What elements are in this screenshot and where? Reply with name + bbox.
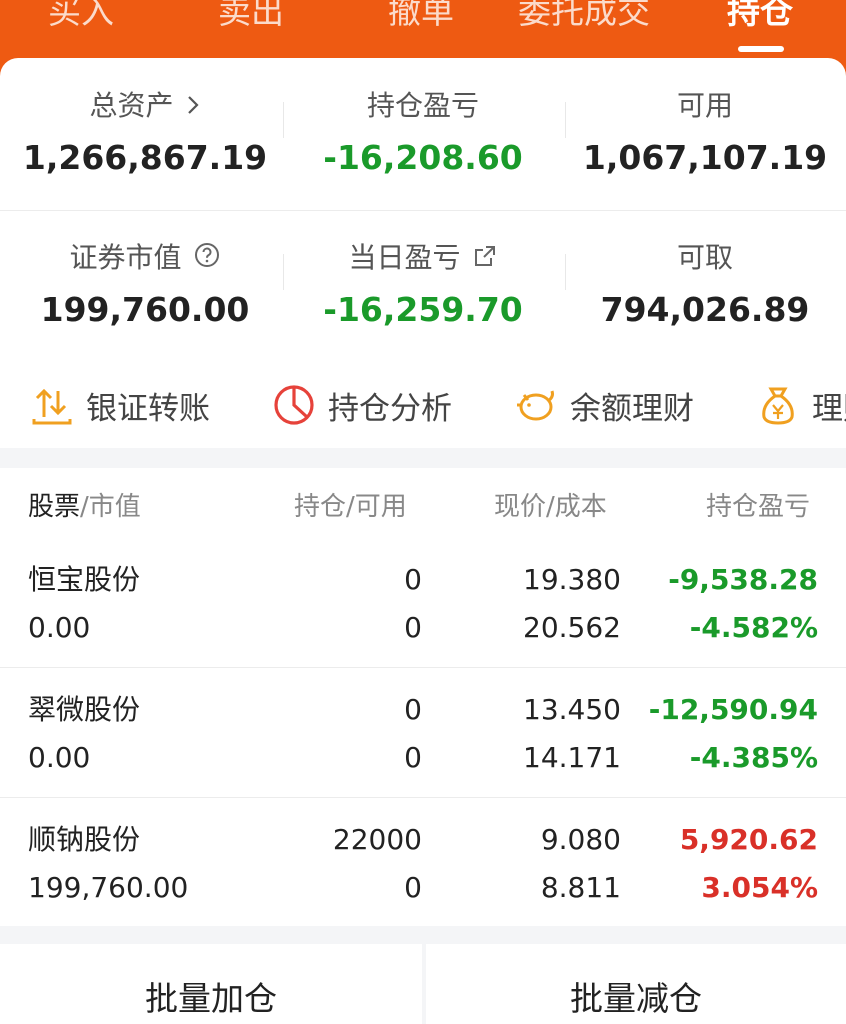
available-qty: 0 — [404, 871, 422, 904]
section-separator — [0, 926, 846, 944]
daily-pl-value: -16,259.70 — [323, 290, 523, 329]
stock-name: 翠微股份 — [28, 693, 141, 726]
shortcut-wealth[interactable]: 理财 — [756, 380, 846, 430]
shortcut-label: 余额理财 — [570, 390, 694, 427]
available-qty: 0 — [404, 741, 422, 774]
tab-positions[interactable]: 持仓 — [727, 0, 793, 36]
header-position-pl[interactable]: 持仓盈亏 — [706, 486, 810, 523]
shortcut-balance-wealth[interactable]: 余额理财 — [514, 380, 694, 430]
withdrawable-value: 794,026.89 — [600, 290, 810, 329]
share-icon[interactable] — [473, 241, 497, 277]
market-value-value: 199,760.00 — [40, 290, 250, 329]
batch-reduce-button[interactable]: 批量减仓 — [426, 944, 846, 1024]
total-assets-value: 1,266,867.19 — [22, 138, 268, 177]
daily-pl-label: 当日盈亏 — [348, 241, 461, 274]
table-row[interactable]: 恒宝股份 0.00 0 0 19.380 20.562 -9,538.28 -4… — [0, 538, 846, 668]
position-pl-percent: -4.582% — [689, 611, 818, 644]
position-pl-percent: 3.054% — [701, 871, 818, 904]
tab-buy[interactable]: 买入 — [48, 0, 114, 36]
active-tab-indicator — [738, 46, 784, 52]
position-pl-percent: -4.385% — [689, 741, 818, 774]
position-qty: 0 — [404, 693, 422, 726]
content-panel: 总资产 1,266,867.19 持仓盈亏 -16,208.60 可用 1,06… — [0, 58, 846, 1024]
table-row[interactable]: 顺钠股份 199,760.00 22000 0 9.080 8.811 5,92… — [0, 798, 846, 928]
current-price: 13.450 — [523, 693, 621, 726]
position-pl: 5,920.62 — [679, 823, 818, 856]
stat-total-assets[interactable]: 总资产 1,266,867.19 — [5, 88, 285, 178]
header-price-cost[interactable]: 现价/成本 — [494, 486, 607, 523]
market-value-label: 证券市值 — [69, 241, 182, 274]
current-price: 19.380 — [523, 563, 621, 596]
shortcut-label: 理财 — [812, 390, 846, 427]
available-qty: 0 — [404, 611, 422, 644]
withdrawable-label: 可取 — [676, 241, 733, 274]
cost-price: 14.171 — [523, 741, 621, 774]
stat-market-value: 证券市值 199,760.00 — [5, 240, 285, 330]
cost-price: 8.811 — [540, 871, 621, 904]
stat-withdrawable: 可取 794,026.89 — [565, 240, 845, 330]
header-stock-market-value[interactable]: 股票/市值 — [28, 486, 141, 523]
stat-position-pl: 持仓盈亏 -16,208.60 — [283, 88, 563, 178]
batch-add-button[interactable]: 批量加仓 — [0, 944, 422, 1024]
money-bag-icon — [756, 383, 800, 427]
stock-market-value: 0.00 — [28, 741, 91, 774]
tab-cancel-order[interactable]: 撤单 — [388, 0, 454, 36]
header-position-available[interactable]: 持仓/可用 — [294, 486, 407, 523]
stat-available: 可用 1,067,107.19 — [565, 88, 845, 178]
position-pl: -12,590.94 — [648, 693, 818, 726]
stock-name: 顺钠股份 — [28, 823, 141, 856]
stock-name: 恒宝股份 — [28, 563, 141, 596]
help-icon[interactable] — [194, 241, 220, 277]
table-row[interactable]: 翠微股份 0.00 0 0 13.450 14.171 -12,590.94 -… — [0, 668, 846, 798]
divider — [0, 210, 846, 211]
position-pl: -9,538.28 — [668, 563, 818, 596]
current-price: 9.080 — [540, 823, 621, 856]
shortcut-bank-transfer[interactable]: 银证转账 — [30, 380, 210, 430]
position-qty: 22000 — [332, 823, 422, 856]
tab-sell[interactable]: 卖出 — [218, 0, 284, 36]
position-pl-label: 持仓盈亏 — [366, 89, 479, 122]
pie-chart-icon — [272, 383, 316, 427]
header-fade — [806, 482, 846, 522]
piggy-bank-icon — [514, 383, 558, 427]
shortcut-label: 银证转账 — [86, 390, 210, 427]
header-market-value: /市值 — [80, 492, 141, 522]
available-label: 可用 — [676, 89, 733, 122]
stock-market-value: 0.00 — [28, 611, 91, 644]
section-separator — [0, 448, 846, 468]
chevron-right-icon — [186, 89, 200, 125]
total-assets-label: 总资产 — [89, 89, 174, 122]
header-stock: 股票 — [28, 492, 81, 522]
shortcut-position-analysis[interactable]: 持仓分析 — [272, 380, 452, 430]
stat-daily-pl[interactable]: 当日盈亏 -16,259.70 — [283, 240, 563, 330]
shortcut-label: 持仓分析 — [328, 390, 452, 427]
position-qty: 0 — [404, 563, 422, 596]
cost-price: 20.562 — [523, 611, 621, 644]
position-pl-value: -16,208.60 — [323, 138, 523, 177]
tab-orders-trades[interactable]: 委托成交 — [518, 0, 650, 36]
transfer-icon — [30, 383, 74, 427]
stock-market-value: 199,760.00 — [28, 871, 189, 904]
available-value: 1,067,107.19 — [582, 138, 828, 177]
